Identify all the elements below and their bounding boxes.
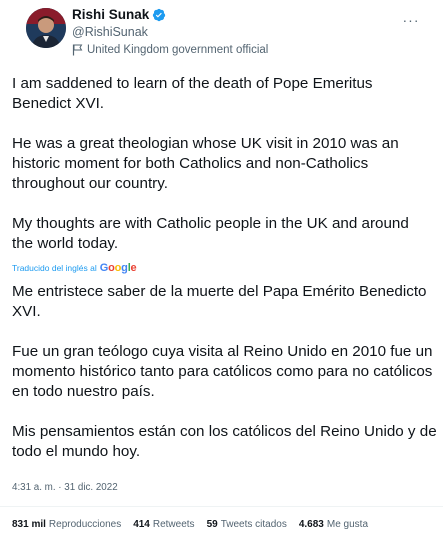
stat-label: Tweets citados	[220, 519, 287, 530]
stat-label: Me gusta	[326, 519, 369, 530]
stat-value: 4.683	[298, 519, 324, 530]
author-handle[interactable]: @RishiSunak	[72, 24, 268, 40]
engagement-stats: 831 mil Reproducciones 414 Retweets 59 Twee…	[12, 519, 380, 530]
avatar[interactable]	[26, 8, 66, 48]
divider	[0, 506, 443, 507]
stat-retweets[interactable]: 414 Retweets	[133, 519, 194, 530]
government-label: United Kingdom government official	[72, 43, 268, 57]
google-logo: Google	[99, 262, 137, 274]
tweet-timestamp[interactable]: 4:31 a. m. · 31 dic. 2022	[12, 482, 118, 493]
author-display-name[interactable]: Rishi Sunak	[72, 7, 149, 23]
translated-by-label: Traducido del inglés al	[12, 263, 97, 273]
stat-value: 59	[206, 519, 218, 530]
author-block: Rishi Sunak @RishiSunak United Kingdom g	[72, 7, 268, 57]
stat-views[interactable]: 831 mil Reproducciones	[12, 519, 121, 530]
translation-credit[interactable]: Traducido del inglés al Google	[12, 262, 137, 274]
stat-value: 414	[133, 519, 150, 530]
flag-icon	[72, 44, 83, 56]
government-label-text: United Kingdom government official	[87, 44, 269, 56]
stat-label: Retweets	[152, 519, 195, 530]
tweet-text: I am saddened to learn of the death of P…	[12, 75, 409, 252]
tweet-card: Rishi Sunak @RishiSunak United Kingdom g	[0, 0, 443, 542]
stat-quote-tweets[interactable]: 59 Tweets citados	[207, 519, 287, 530]
stat-value: 831 mil	[12, 519, 46, 530]
verified-badge-icon	[152, 8, 166, 22]
stat-label: Reproducciones	[48, 519, 122, 530]
name-row: Rishi Sunak	[72, 7, 268, 23]
tweet-header: Rishi Sunak @RishiSunak United Kingdom g	[16, 0, 427, 60]
tweet-translation: Me entristece saber de la muerte del Pap…	[12, 283, 437, 460]
more-icon[interactable]: ···	[399, 12, 423, 28]
stat-likes[interactable]: 4.683 Me gusta	[299, 519, 368, 530]
avatar-image	[26, 8, 66, 48]
